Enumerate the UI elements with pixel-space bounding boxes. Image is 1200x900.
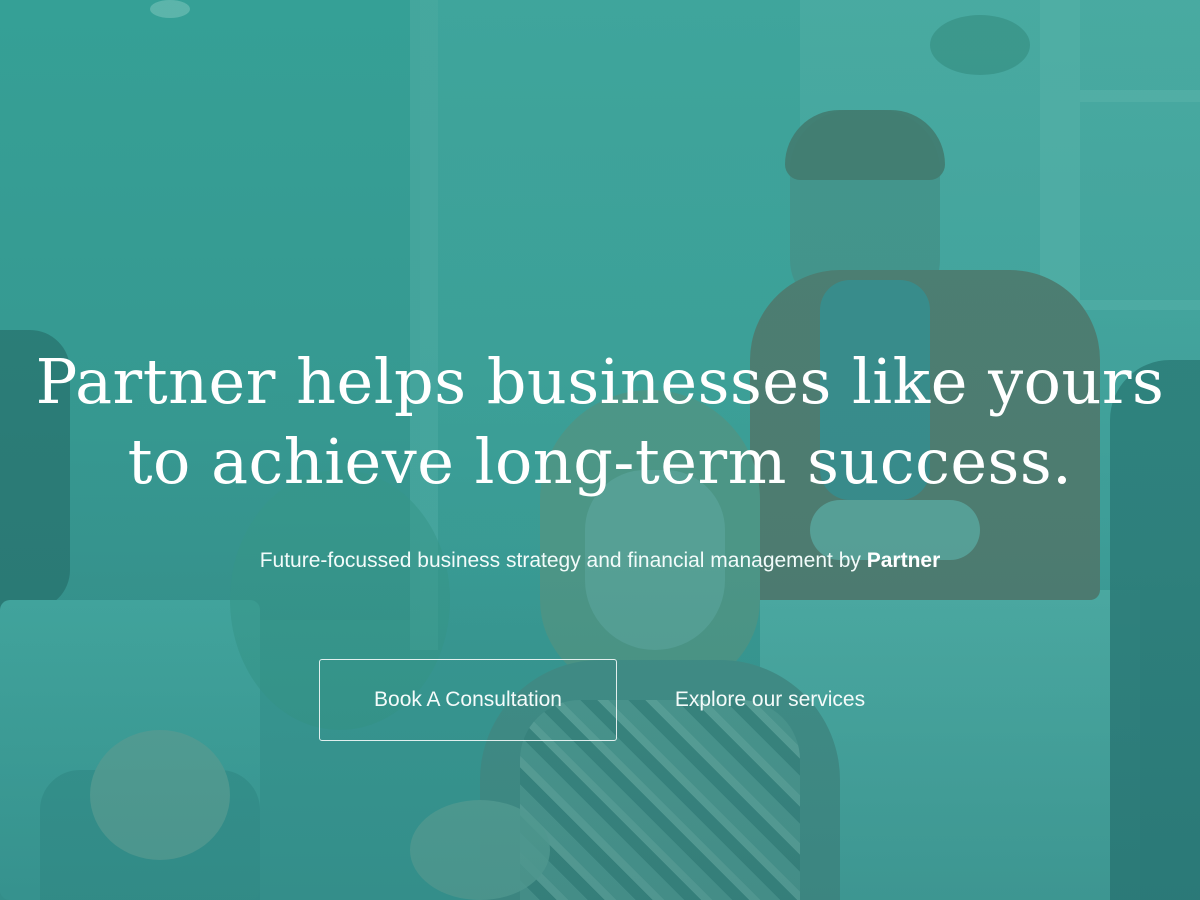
hero-headline-line-1: Partner helps businesses like yours	[35, 345, 1165, 418]
hero-section: Partner helps businesses like yours to a…	[0, 0, 1200, 900]
hero-headline: Partner helps businesses like yours to a…	[0, 342, 1200, 502]
hero-subheadline-text: Future-focussed business strategy and fi…	[259, 549, 867, 572]
hero-subheadline: Future-focussed business strategy and fi…	[0, 546, 1200, 576]
explore-services-link[interactable]: Explore our services	[640, 659, 900, 741]
hero-headline-line-2: to achieve long-term success.	[127, 425, 1073, 498]
hero-content: Partner helps businesses like yours to a…	[0, 0, 1200, 900]
hero-subheadline-brand: Partner	[866, 549, 941, 572]
book-consultation-button[interactable]: Book A Consultation	[319, 659, 617, 741]
